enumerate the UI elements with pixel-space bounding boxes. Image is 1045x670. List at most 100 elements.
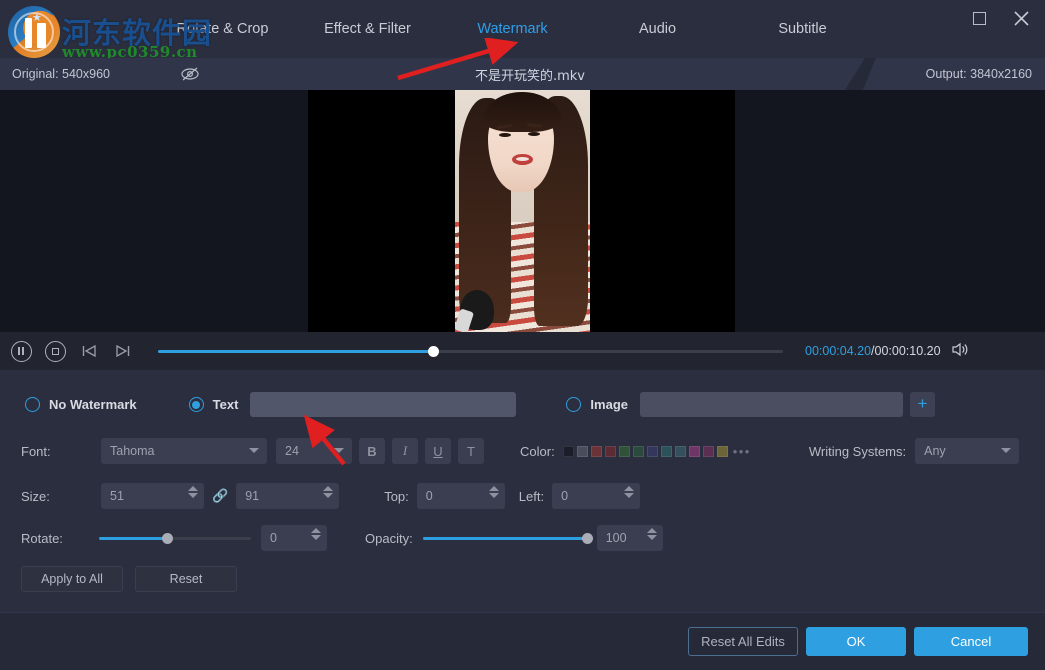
restore-window-icon bbox=[973, 12, 986, 25]
opacity-slider-fill bbox=[423, 537, 587, 540]
writing-systems-select[interactable]: Any bbox=[915, 438, 1019, 464]
writing-systems-value: Any bbox=[924, 444, 946, 458]
opacity-slider-thumb[interactable] bbox=[582, 533, 593, 544]
opacity-value: 100 bbox=[606, 531, 627, 545]
reset-button[interactable]: Reset bbox=[135, 566, 237, 592]
text-watermark-radio[interactable] bbox=[189, 397, 204, 412]
tab-audio[interactable]: Audio bbox=[585, 21, 730, 37]
watermark-image-path-input[interactable] bbox=[640, 392, 903, 417]
previous-frame-button[interactable] bbox=[76, 338, 102, 364]
color-swatch-5[interactable] bbox=[633, 446, 644, 457]
toggle-preview-button[interactable] bbox=[178, 63, 202, 85]
previous-frame-icon bbox=[81, 344, 97, 358]
stepper-arrows bbox=[323, 486, 333, 498]
color-swatch-9[interactable] bbox=[689, 446, 700, 457]
logo-bar-right bbox=[37, 23, 46, 48]
left-position-value: 0 bbox=[561, 489, 568, 503]
top-position-stepper[interactable]: 0 bbox=[417, 483, 505, 509]
tab-effect-filter[interactable]: Effect & Filter bbox=[295, 21, 440, 37]
color-swatch-6[interactable] bbox=[647, 446, 658, 457]
original-resolution-label: Original: 540x960 bbox=[12, 67, 110, 81]
size-height-value: 91 bbox=[245, 489, 259, 503]
color-swatch-3[interactable] bbox=[605, 446, 616, 457]
color-swatch-0[interactable] bbox=[563, 446, 574, 457]
eye-hidden-icon bbox=[180, 66, 200, 82]
rotate-slider-thumb[interactable] bbox=[162, 533, 173, 544]
apply-to-all-button[interactable]: Apply to All bbox=[21, 566, 123, 592]
color-swatch-7[interactable] bbox=[661, 446, 672, 457]
color-swatch-2[interactable] bbox=[591, 446, 602, 457]
restore-window-button[interactable] bbox=[965, 4, 993, 32]
pause-icon bbox=[11, 341, 32, 362]
tab-rotate-crop[interactable]: Rotate & Crop bbox=[150, 21, 295, 37]
close-window-button[interactable] bbox=[1007, 4, 1035, 32]
rotate-opacity-row: Rotate: 0 Opacity: 100 bbox=[0, 525, 1045, 551]
reset-all-edits-button[interactable]: Reset All Edits bbox=[688, 627, 798, 656]
rotate-value: 0 bbox=[270, 531, 277, 545]
no-watermark-label: No Watermark bbox=[49, 397, 137, 412]
player-controls-bar: 00:00:04.20/00:00:10.20 bbox=[0, 332, 1045, 370]
top-position-value: 0 bbox=[426, 489, 433, 503]
strikethrough-button[interactable]: T bbox=[458, 438, 484, 464]
top-label: Top: bbox=[384, 489, 409, 504]
video-subject-teeth bbox=[516, 157, 529, 161]
stepper-arrows bbox=[311, 528, 321, 540]
panel-actions-row: Apply to All Reset bbox=[0, 566, 1045, 592]
volume-button[interactable] bbox=[951, 342, 970, 361]
left-position-stepper[interactable]: 0 bbox=[552, 483, 640, 509]
italic-button[interactable]: I bbox=[392, 438, 418, 464]
output-resolution-label: Output: 3840x2160 bbox=[926, 67, 1032, 81]
color-label: Color: bbox=[520, 444, 555, 459]
ok-button[interactable]: OK bbox=[806, 627, 906, 656]
logo-ring bbox=[14, 12, 54, 52]
font-family-select[interactable]: Tahoma bbox=[101, 438, 267, 464]
color-swatch-11[interactable] bbox=[717, 446, 728, 457]
tab-subtitle[interactable]: Subtitle bbox=[730, 21, 875, 37]
watermark-settings-panel: No Watermark Text Image + Font: Tahoma 2… bbox=[0, 370, 1045, 612]
rotate-slider[interactable] bbox=[99, 531, 251, 545]
tab-watermark[interactable]: Watermark bbox=[440, 21, 585, 37]
size-height-stepper[interactable]: 91 bbox=[236, 483, 339, 509]
underline-button[interactable]: U bbox=[425, 438, 451, 464]
font-size-select[interactable]: 24 bbox=[276, 438, 352, 464]
color-swatch-8[interactable] bbox=[675, 446, 686, 457]
stepper-arrows bbox=[188, 486, 198, 498]
info-strip: Original: 540x960 不是开玩笑的.mkv Output: 384… bbox=[0, 58, 1045, 90]
video-subject-eye-right bbox=[528, 132, 540, 136]
rotate-label: Rotate: bbox=[21, 531, 99, 546]
watermark-text-input[interactable] bbox=[250, 392, 516, 417]
filename-label: 不是开玩笑的.mkv bbox=[475, 65, 585, 84]
opacity-slider[interactable] bbox=[423, 531, 587, 545]
image-watermark-radio[interactable] bbox=[566, 397, 581, 412]
font-size-value: 24 bbox=[285, 444, 299, 458]
no-watermark-radio[interactable] bbox=[25, 397, 40, 412]
progress-thumb[interactable] bbox=[428, 346, 439, 357]
add-image-button[interactable]: + bbox=[910, 392, 935, 417]
progress-fill bbox=[158, 350, 433, 353]
logo-mark-icon: ★ bbox=[8, 6, 60, 58]
logo-star-icon: ★ bbox=[32, 13, 42, 24]
cancel-button[interactable]: Cancel bbox=[914, 627, 1028, 656]
video-frame bbox=[455, 90, 590, 332]
playback-progress-slider[interactable] bbox=[158, 343, 783, 359]
stop-button[interactable] bbox=[42, 338, 68, 364]
bold-button[interactable]: B bbox=[359, 438, 385, 464]
opacity-label: Opacity: bbox=[365, 531, 413, 546]
size-label: Size: bbox=[21, 489, 101, 504]
next-frame-icon bbox=[115, 344, 131, 358]
more-colors-button[interactable]: ••• bbox=[733, 444, 751, 459]
current-time-label: 00:00:04.20 bbox=[805, 344, 871, 358]
next-frame-button[interactable] bbox=[110, 338, 136, 364]
color-swatch-4[interactable] bbox=[619, 446, 630, 457]
rotate-value-stepper[interactable]: 0 bbox=[261, 525, 327, 551]
size-width-stepper[interactable]: 51 bbox=[101, 483, 204, 509]
pause-button[interactable] bbox=[8, 338, 34, 364]
font-family-value: Tahoma bbox=[110, 444, 154, 458]
stepper-arrows bbox=[489, 486, 499, 498]
link-icon[interactable]: 🔗 bbox=[212, 488, 228, 504]
opacity-value-stepper[interactable]: 100 bbox=[597, 525, 663, 551]
writing-systems-label: Writing Systems: bbox=[809, 444, 906, 459]
color-swatch-10[interactable] bbox=[703, 446, 714, 457]
color-swatch-1[interactable] bbox=[577, 446, 588, 457]
left-label: Left: bbox=[519, 489, 544, 504]
